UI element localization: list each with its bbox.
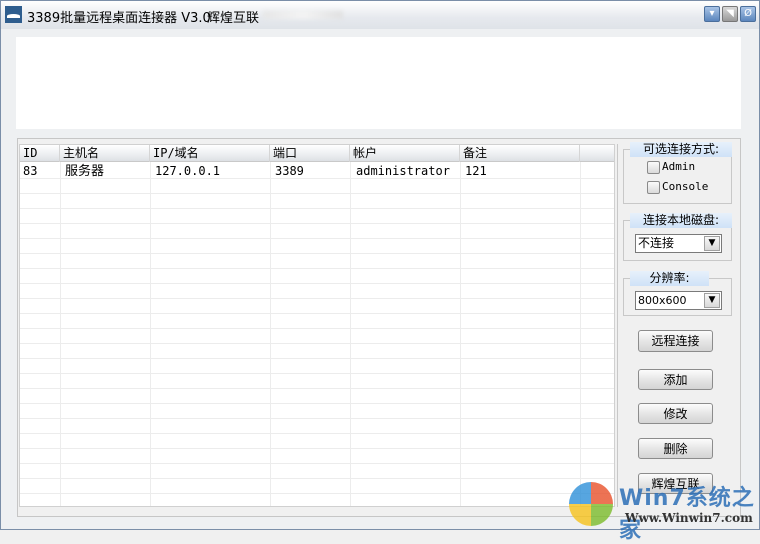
- resolution-label: 分辨率:: [630, 271, 709, 286]
- column-header-account[interactable]: 帐户: [350, 145, 460, 162]
- grid-row-line: [20, 358, 614, 359]
- minimize-button[interactable]: ▾: [704, 6, 720, 22]
- grid-row-line: [20, 298, 614, 299]
- column-header-note[interactable]: 备注: [460, 145, 580, 162]
- app-window: 3389批量远程桌面连接器 V3.0 辉煌互联 ▾ ◥ Ø ID 主机名 IP/…: [0, 0, 760, 543]
- title-brand: 辉煌互联: [207, 11, 260, 26]
- server-list[interactable]: ID 主机名 IP/域名 端口 帐户 备注 83 服务器 127.0.0.1 3…: [19, 144, 615, 507]
- brand-button[interactable]: 辉煌互联: [638, 473, 713, 494]
- console-checkbox[interactable]: [647, 181, 660, 194]
- window-title: 3389批量远程桌面连接器 V3.0: [27, 11, 211, 26]
- grid-row-line: [20, 418, 614, 419]
- add-button[interactable]: 添加: [638, 369, 713, 390]
- grid-row-line: [20, 223, 614, 224]
- connect-mode-label: 可选连接方式:: [630, 142, 732, 157]
- resolution-group: 分辨率: 800x600 ▼: [623, 271, 732, 316]
- edit-button[interactable]: 修改: [638, 403, 713, 424]
- cell-note: 121: [465, 164, 487, 178]
- remote-connect-button[interactable]: 远程连接: [638, 330, 713, 352]
- local-disk-label: 连接本地磁盘:: [630, 213, 732, 228]
- grid-row-line: [20, 193, 614, 194]
- grid-row-line: [20, 403, 614, 404]
- cell-account: administrator: [356, 164, 450, 178]
- grid-row-line: [20, 343, 614, 344]
- connect-mode-group: 可选连接方式: Admin Console: [623, 142, 732, 204]
- local-disk-group: 连接本地磁盘: 不连接 ▼: [623, 213, 732, 261]
- grid-row-line: [20, 373, 614, 374]
- column-header-ip[interactable]: IP/域名: [150, 145, 270, 162]
- local-disk-value: 不连接: [638, 236, 675, 250]
- grid-row-line: [20, 178, 614, 179]
- admin-checkbox[interactable]: [647, 161, 660, 174]
- admin-label: Admin: [662, 160, 696, 173]
- grid-column-line: [350, 162, 351, 506]
- grid-row-line: [20, 313, 614, 314]
- cell-host: 服务器: [65, 164, 105, 179]
- list-header: ID 主机名 IP/域名 端口 帐户 备注: [20, 145, 614, 162]
- close-button[interactable]: Ø: [740, 6, 756, 22]
- grid-row-line: [20, 448, 614, 449]
- grid-row-line: [20, 433, 614, 434]
- local-disk-select[interactable]: 不连接 ▼: [635, 234, 722, 253]
- app-logo-icon: [5, 6, 22, 23]
- console-label: Console: [662, 180, 709, 193]
- column-header-id[interactable]: ID: [20, 145, 60, 162]
- maximize-button[interactable]: ◥: [722, 6, 738, 22]
- grid-row-line: [20, 238, 614, 239]
- grid-row-line: [20, 268, 614, 269]
- grid-column-line: [270, 162, 271, 506]
- cell-port: 3389: [275, 164, 304, 178]
- grid-column-line: [60, 162, 61, 506]
- grid-row-line: [20, 493, 614, 494]
- dropdown-arrow-icon[interactable]: ▼: [704, 236, 720, 251]
- grid-row-line: [20, 478, 614, 479]
- grid-row-line: [20, 208, 614, 209]
- cell-id: 83: [23, 164, 38, 178]
- grid-row-line: [20, 253, 614, 254]
- cell-ip: 127.0.0.1: [155, 164, 221, 178]
- grid-row-line: [20, 463, 614, 464]
- grid-column-line: [580, 162, 581, 506]
- info-area: [16, 37, 741, 129]
- column-header-port[interactable]: 端口: [270, 145, 350, 162]
- resolution-select[interactable]: 800x600 ▼: [635, 291, 722, 310]
- grid-column-line: [150, 162, 151, 506]
- column-header-host[interactable]: 主机名: [60, 145, 150, 162]
- grid-row-line: [20, 283, 614, 284]
- delete-button[interactable]: 删除: [638, 438, 713, 459]
- grid-row-line: [20, 328, 614, 329]
- dropdown-arrow-icon[interactable]: ▼: [704, 293, 720, 308]
- title-bar: 3389批量远程桌面连接器 V3.0 辉煌互联 ▾ ◥ Ø: [1, 1, 759, 29]
- blurred-text: [263, 11, 343, 19]
- grid-row-line: [20, 388, 614, 389]
- divider: [617, 144, 618, 507]
- grid-column-line: [460, 162, 461, 506]
- resolution-value: 800x600: [638, 294, 687, 307]
